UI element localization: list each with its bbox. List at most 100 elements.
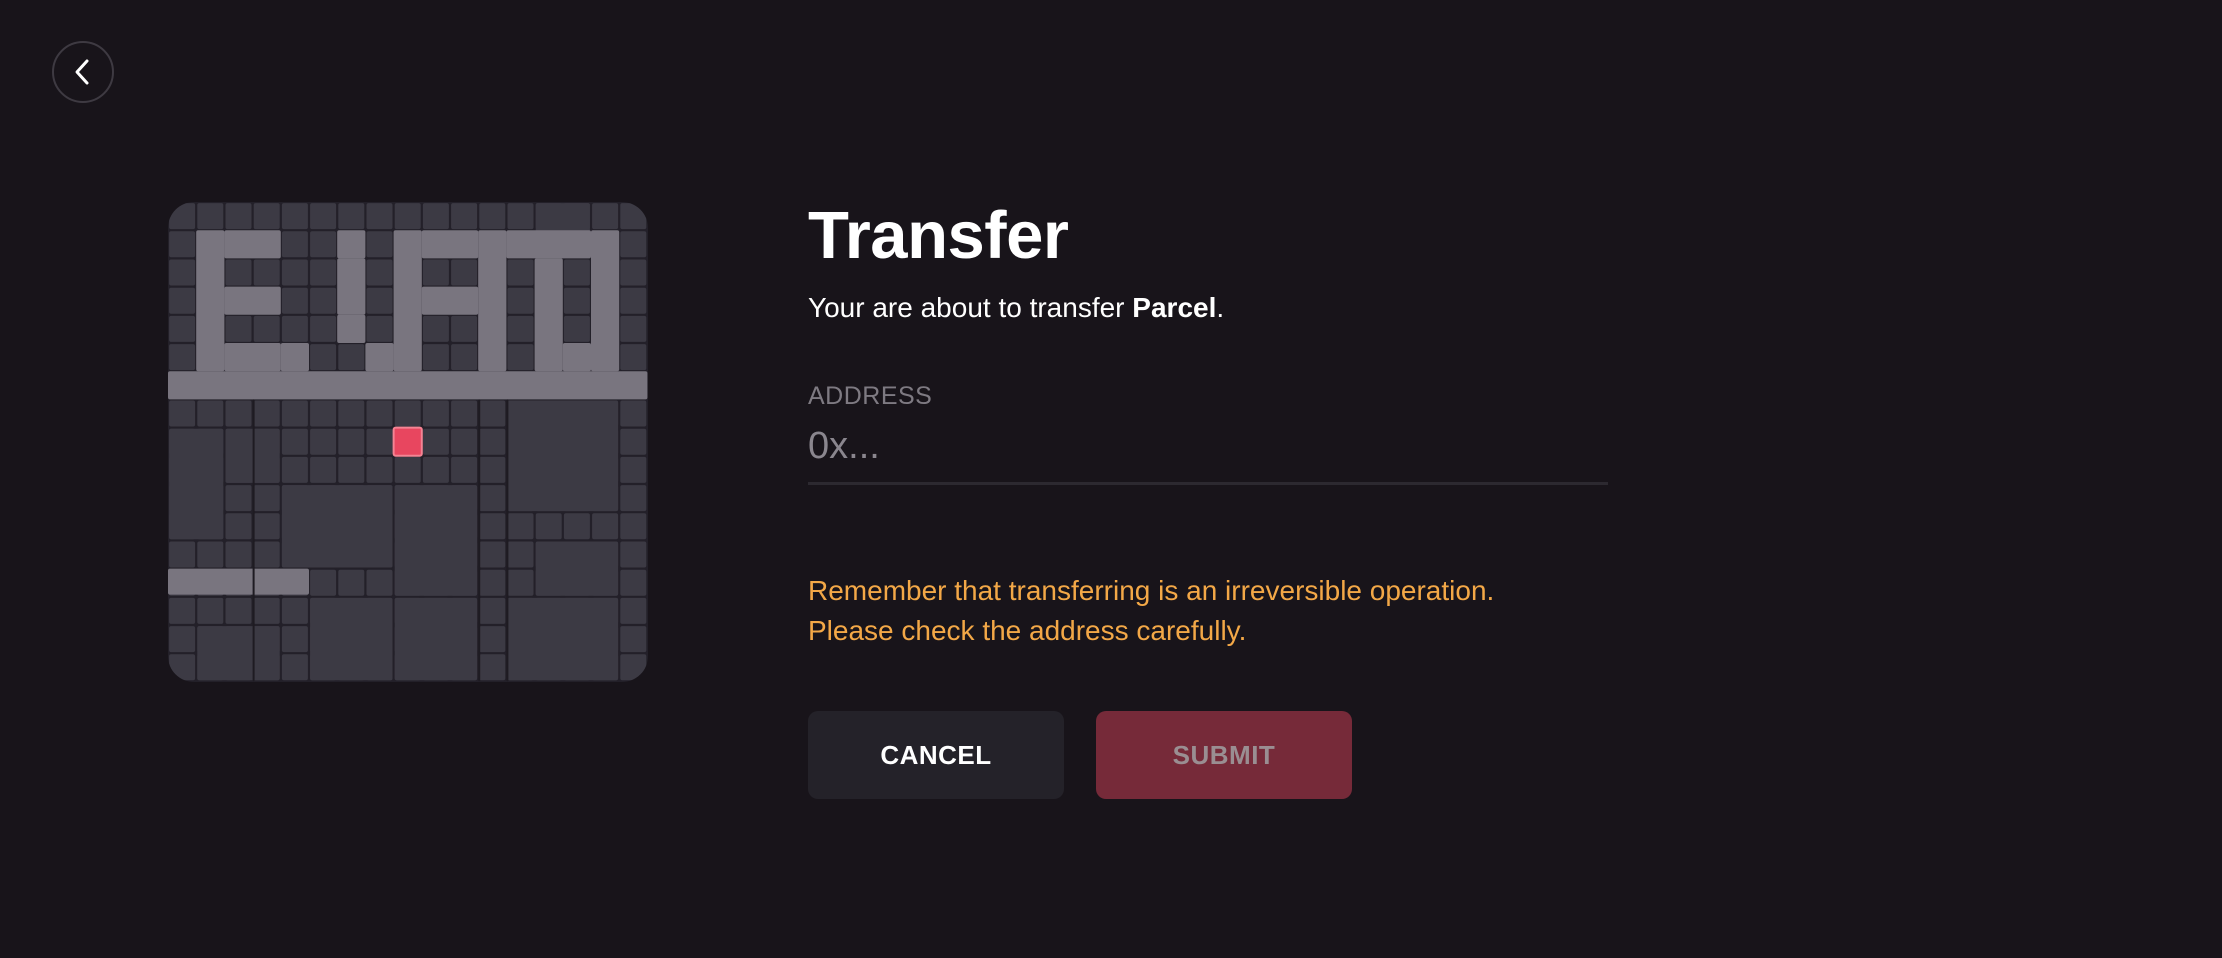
map-parcel xyxy=(169,400,196,427)
map-estate xyxy=(507,400,619,512)
subtitle-prefix: Your are about to transfer xyxy=(808,292,1133,323)
cancel-button[interactable]: CANCEL xyxy=(808,711,1064,799)
map-parcel xyxy=(592,513,619,540)
map-parcel xyxy=(197,541,224,568)
map-parcel xyxy=(507,287,534,314)
map-parcel xyxy=(253,541,280,568)
map-parcel xyxy=(620,287,647,314)
map-parcel xyxy=(535,513,562,540)
map-parcel xyxy=(225,400,252,427)
map-parcel xyxy=(366,287,393,314)
map-parcel xyxy=(253,485,280,512)
map-parcel xyxy=(451,344,478,371)
map-parcel xyxy=(169,315,196,342)
map-parcel xyxy=(225,597,252,624)
map-parcel xyxy=(479,428,506,455)
map-district xyxy=(365,343,394,372)
map-parcel xyxy=(281,203,308,230)
map-parcel xyxy=(479,400,506,427)
map-parcel xyxy=(451,428,478,455)
map-parcel xyxy=(366,231,393,258)
map-parcel xyxy=(479,569,506,596)
map-parcel xyxy=(366,203,393,230)
address-input[interactable] xyxy=(808,425,1608,485)
map-parcel xyxy=(366,315,393,342)
map-parcel xyxy=(451,259,478,286)
back-button[interactable] xyxy=(52,41,114,103)
map-parcel xyxy=(281,428,308,455)
map-parcel xyxy=(620,315,647,342)
map-parcel xyxy=(422,259,449,286)
map-parcel xyxy=(620,654,647,681)
map-district xyxy=(506,230,591,259)
map-parcel xyxy=(394,203,421,230)
map-estate xyxy=(394,597,478,681)
map-district xyxy=(591,230,620,372)
map-parcel xyxy=(422,344,449,371)
map-parcel xyxy=(338,569,365,596)
map-district xyxy=(224,343,281,372)
map-parcel xyxy=(197,597,224,624)
map-parcel xyxy=(281,456,308,483)
map-parcel xyxy=(366,428,393,455)
map-parcel xyxy=(310,231,337,258)
map-road xyxy=(506,399,509,682)
map-parcel xyxy=(422,400,449,427)
subtitle-suffix: . xyxy=(1216,292,1225,323)
map-estate xyxy=(535,541,619,596)
map-estate xyxy=(197,626,280,681)
transfer-subtitle: Your are about to transfer Parcel. xyxy=(808,290,1608,326)
map-parcel xyxy=(281,287,308,314)
page-title: Transfer xyxy=(808,198,1069,273)
map-parcel xyxy=(225,541,252,568)
map-parcel xyxy=(479,485,506,512)
warning-line-2: Please check the address carefully. xyxy=(808,615,1247,646)
map-parcel xyxy=(394,400,421,427)
map-estate xyxy=(507,597,619,681)
map-parcel xyxy=(563,287,590,314)
map-parcel xyxy=(225,315,252,342)
map-parcel xyxy=(620,259,647,286)
map-parcel xyxy=(507,259,534,286)
map-district xyxy=(562,343,591,372)
map-parcel xyxy=(620,203,647,230)
map-parcel xyxy=(366,569,393,596)
map-parcel xyxy=(310,203,337,230)
map-estate xyxy=(394,485,478,596)
selected-parcel xyxy=(392,426,423,457)
map-parcel xyxy=(310,400,337,427)
map-parcel xyxy=(225,485,252,512)
map-parcel xyxy=(253,315,280,342)
map-parcel xyxy=(169,203,196,230)
map-parcel xyxy=(451,456,478,483)
map-parcel xyxy=(620,626,647,653)
map-parcel xyxy=(563,259,590,286)
parcel-map-grid xyxy=(168,203,648,682)
map-district xyxy=(337,230,366,259)
map-parcel xyxy=(310,569,337,596)
map-estate xyxy=(310,597,393,681)
map-parcel xyxy=(422,428,449,455)
transfer-panel: Transfer Your are about to transfer Parc… xyxy=(808,196,1608,799)
map-parcel xyxy=(197,400,224,427)
map-parcel xyxy=(563,513,590,540)
parcel-map xyxy=(168,202,648,682)
map-parcel xyxy=(507,541,534,568)
map-parcel xyxy=(281,597,308,624)
map-parcel xyxy=(169,259,196,286)
map-parcel xyxy=(507,344,534,371)
map-parcel xyxy=(507,203,534,230)
map-parcel xyxy=(169,287,196,314)
map-parcel xyxy=(338,456,365,483)
map-parcel xyxy=(197,203,224,230)
map-road xyxy=(252,399,255,682)
map-parcel xyxy=(422,203,449,230)
map-parcel xyxy=(281,315,308,342)
map-parcel xyxy=(253,203,280,230)
map-parcel xyxy=(281,626,308,653)
map-parcel xyxy=(592,203,619,230)
map-parcel xyxy=(253,513,280,540)
map-parcel xyxy=(281,400,308,427)
map-parcel xyxy=(563,315,590,342)
submit-button[interactable]: SUBMIT xyxy=(1096,711,1352,799)
